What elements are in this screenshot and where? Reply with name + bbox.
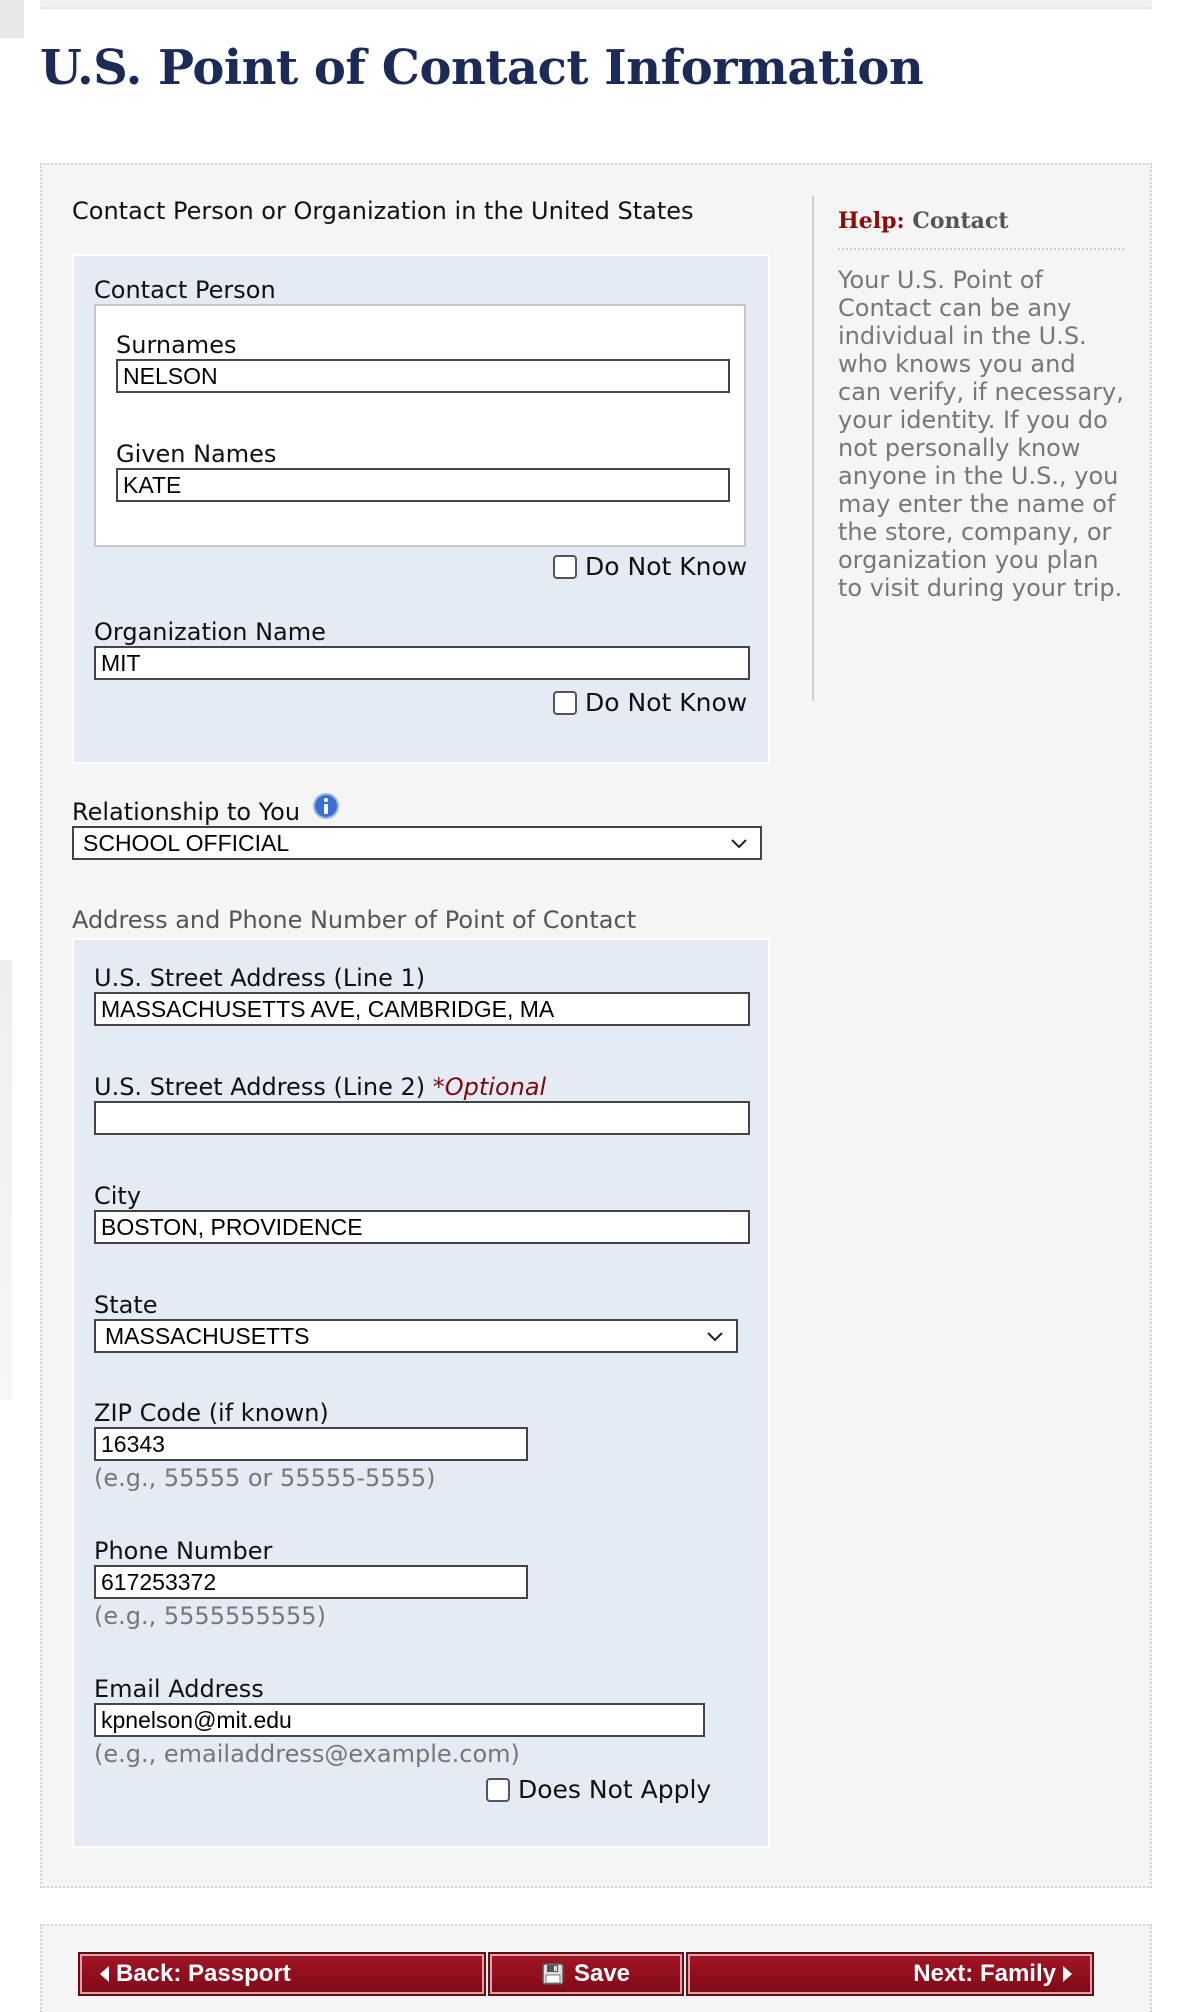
next-button-label: Next: Family xyxy=(913,1960,1056,1987)
state-label: State xyxy=(94,1291,158,1319)
save-button[interactable]: Save xyxy=(488,1952,684,1996)
info-icon[interactable] xyxy=(312,792,340,820)
surnames-label: Surnames xyxy=(116,331,237,359)
zip-label: ZIP Code (if known) xyxy=(94,1399,329,1427)
help-divider xyxy=(838,248,1124,250)
floppy-disk-icon xyxy=(542,1963,564,1985)
email-label: Email Address xyxy=(94,1675,264,1703)
email-does-not-apply[interactable]: Does Not Apply xyxy=(486,1775,711,1804)
person-do-not-know-checkbox[interactable] xyxy=(553,554,577,579)
org-do-not-know-label: Do Not Know xyxy=(585,688,748,717)
relationship-label: Relationship to You xyxy=(72,798,301,826)
chevron-down-icon xyxy=(707,1332,723,1342)
relationship-select-value: SCHOOL OFFICIAL xyxy=(83,830,290,856)
top-divider xyxy=(40,0,1152,9)
back-button[interactable]: Back: Passport xyxy=(78,1952,486,1996)
back-button-label: Back: Passport xyxy=(116,1960,291,1987)
save-button-label: Save xyxy=(573,1960,631,1987)
chevron-down-icon xyxy=(731,839,747,849)
street1-label: U.S. Street Address (Line 1) xyxy=(94,964,426,992)
address-section-heading: Address and Phone Number of Point of Con… xyxy=(72,906,637,934)
help-panel: Help: Contact Your U.S. Point of Contact… xyxy=(812,196,1124,701)
org-do-not-know[interactable]: Do Not Know xyxy=(553,688,747,717)
page-title: U.S. Point of Contact Information xyxy=(40,40,924,96)
person-do-not-know-label: Do Not Know xyxy=(585,552,748,581)
help-text: Your U.S. Point of Contact can be any in… xyxy=(838,266,1124,602)
given-names-label: Given Names xyxy=(116,440,277,468)
phone-input[interactable]: 617253372 xyxy=(94,1565,528,1599)
arrow-left-icon xyxy=(100,1966,109,1982)
state-select[interactable]: MASSACHUSETTS xyxy=(94,1319,738,1353)
organization-label: Organization Name xyxy=(94,618,326,646)
relationship-select[interactable]: SCHOOL OFFICIAL xyxy=(72,826,762,860)
next-button[interactable]: Next: Family xyxy=(686,1952,1094,1996)
surnames-input[interactable]: NELSON xyxy=(116,359,730,393)
contact-person-label: Contact Person xyxy=(94,276,276,304)
org-do-not-know-checkbox[interactable] xyxy=(553,690,577,715)
street2-label: U.S. Street Address (Line 2) *Optional xyxy=(94,1073,546,1101)
phone-hint: (e.g., 5555555555) xyxy=(94,1602,326,1630)
organization-input[interactable]: MIT xyxy=(94,646,750,680)
person-do-not-know[interactable]: Do Not Know xyxy=(553,552,747,581)
email-does-not-apply-checkbox[interactable] xyxy=(486,1777,510,1802)
left-edge-tab xyxy=(0,0,24,38)
city-label: City xyxy=(94,1182,142,1210)
help-topic: Contact xyxy=(912,208,1009,234)
contact-section-heading: Contact Person or Organization in the Un… xyxy=(72,197,694,225)
street1-input[interactable]: MASSACHUSETTS AVE, CAMBRIDGE, MA xyxy=(94,992,750,1026)
city-input[interactable]: BOSTON, PROVIDENCE xyxy=(94,1210,750,1244)
given-names-input[interactable]: KATE xyxy=(116,468,730,502)
street2-input[interactable] xyxy=(94,1101,750,1135)
email-input[interactable]: kpnelson@mit.edu xyxy=(94,1703,705,1737)
left-edge-shadow xyxy=(0,960,12,1400)
zip-hint: (e.g., 55555 or 55555-5555) xyxy=(94,1464,436,1492)
email-does-not-apply-label: Does Not Apply xyxy=(518,1775,712,1804)
phone-label: Phone Number xyxy=(94,1537,273,1565)
arrow-right-icon xyxy=(1063,1966,1072,1982)
optional-marker: *Optional xyxy=(432,1073,547,1101)
street2-label-text: U.S. Street Address (Line 2) xyxy=(94,1073,426,1101)
help-prefix: Help: xyxy=(838,208,905,234)
zip-input[interactable]: 16343 xyxy=(94,1427,528,1461)
state-select-value: MASSACHUSETTS xyxy=(105,1323,310,1349)
email-hint: (e.g., emailaddress@example.com) xyxy=(94,1740,520,1768)
help-title: Help: Contact xyxy=(838,208,1008,234)
